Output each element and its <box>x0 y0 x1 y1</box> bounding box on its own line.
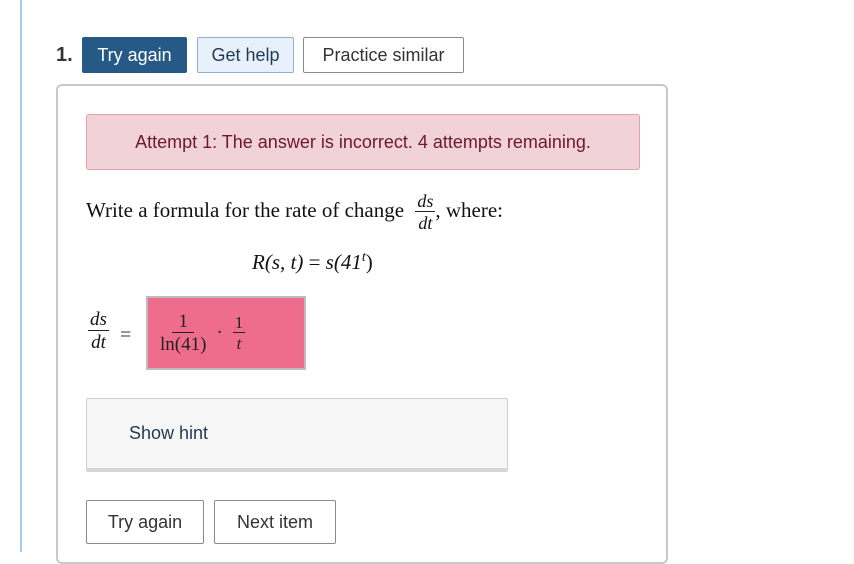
next-item-button[interactable]: Next item <box>214 500 336 544</box>
equation-close: ) <box>365 250 373 274</box>
incorrect-alert: Attempt 1: The answer is incorrect. 4 at… <box>86 114 640 170</box>
answer-fraction-2: 1 t <box>232 312 246 353</box>
answer-lhs-denominator: dt <box>91 331 106 353</box>
question-card: Attempt 1: The answer is incorrect. 4 at… <box>56 84 668 564</box>
rate-numerator: ds <box>415 191 436 212</box>
fraction-2-denominator: t <box>236 333 242 353</box>
rate-denominator: dt <box>418 212 433 233</box>
given-equation: R(s, t) = s(41t) <box>252 250 373 275</box>
multiply-dot: · <box>216 322 223 343</box>
show-hint-button[interactable]: Show hint <box>86 398 508 472</box>
practice-similar-button[interactable]: Practice similar <box>303 37 464 73</box>
answer-input[interactable]: 1 ln(41) · 1 t <box>146 296 306 370</box>
fraction-1-numerator: 1 <box>172 311 194 333</box>
question-prompt: Write a formula for the rate of change d… <box>86 192 503 233</box>
prompt-suffix: , where: <box>435 198 503 223</box>
try-again-button[interactable]: Try again <box>82 37 187 73</box>
get-help-button[interactable]: Get help <box>197 37 294 73</box>
prompt-text: Write a formula for the rate of change <box>86 198 405 223</box>
answer-lhs-numerator: ds <box>88 309 109 331</box>
alert-text: Attempt 1: The answer is incorrect. 4 at… <box>135 131 591 152</box>
bottom-try-again-button[interactable]: Try again <box>86 500 204 544</box>
fraction-1-denominator: ln(41) <box>160 333 207 355</box>
rate-fraction: ds dt <box>415 191 436 233</box>
answer-equals: = <box>120 324 132 346</box>
equation-lhs: R(s, t) <box>252 250 304 274</box>
answer-lhs: ds dt <box>88 310 109 353</box>
question-number: 1. <box>56 44 73 66</box>
answer-fraction-1: 1 ln(41) <box>160 311 207 355</box>
fraction-2-numerator: 1 <box>232 312 246 333</box>
left-rule <box>20 0 22 552</box>
equation-equals: = <box>308 250 321 274</box>
equation-rhs-base: s(41 <box>325 250 362 274</box>
hint-label: Show hint <box>129 423 209 443</box>
